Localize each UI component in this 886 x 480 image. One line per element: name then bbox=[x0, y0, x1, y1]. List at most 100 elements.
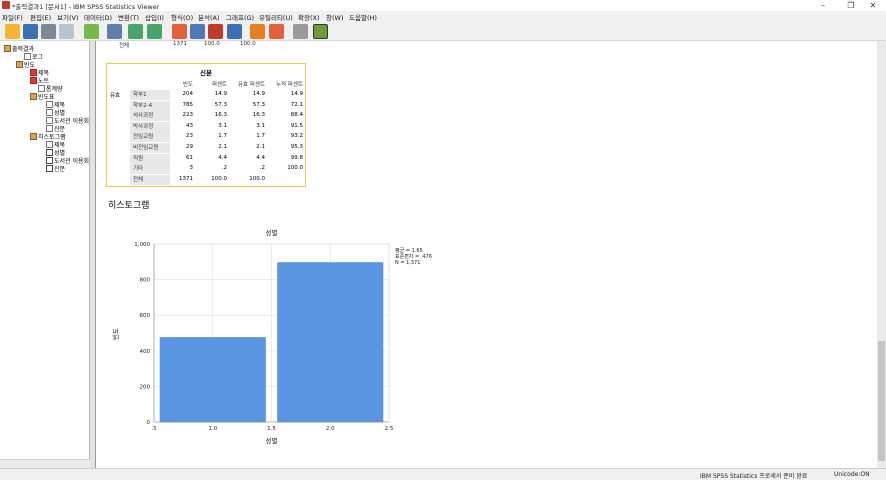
histogram-svg: 02004006008001,000.5 1.0 1.5 2.0 2.5성별성별빈도평균… bbox=[111, 228, 432, 445]
cell-pct: 4.4 bbox=[218, 154, 227, 161]
menu-transform[interactable]: 변환(T) bbox=[118, 12, 139, 22]
menu-help[interactable]: 도움말(H) bbox=[349, 12, 377, 22]
minimize-button[interactable]: – bbox=[810, 0, 836, 11]
table-icon bbox=[46, 109, 53, 116]
demote-icon[interactable] bbox=[269, 24, 284, 39]
row-label: 전체 bbox=[130, 174, 170, 185]
table-row: 기타 3 .2 .2 100.0 bbox=[107, 164, 305, 175]
tree-h-status[interactable]: 신분 bbox=[46, 164, 65, 173]
menu-graphs[interactable]: 그래프(G) bbox=[226, 12, 254, 22]
row-label: 전임교원 bbox=[130, 132, 170, 143]
cell-valid: 3.1 bbox=[256, 122, 265, 129]
x-tick-label: 2.5 bbox=[385, 426, 394, 432]
chart-title: 성별 bbox=[266, 228, 278, 237]
title-icon bbox=[30, 69, 37, 76]
y-tick-label: 600 bbox=[140, 313, 151, 319]
table-row: 비전임교원 29 2.1 2.1 95.3 bbox=[107, 143, 305, 153]
col-header-pct: 퍼센트 bbox=[211, 82, 227, 88]
table-row: 전체 1371 100.0 100.0 bbox=[107, 174, 305, 185]
y-axis-label: 빈도 bbox=[111, 328, 120, 340]
hide-icon[interactable] bbox=[293, 24, 308, 39]
prev-total-count: 1371 bbox=[173, 41, 187, 47]
recall-dialog-icon[interactable] bbox=[107, 24, 122, 39]
row-label: 직원 bbox=[130, 153, 170, 164]
book-icon bbox=[30, 93, 37, 100]
menu-utilities[interactable]: 유틸리티(U) bbox=[259, 12, 293, 22]
window-title: *출력결과1 [문서1] - IBM SPSS Statistics Viewe… bbox=[12, 3, 160, 11]
y-tick-label: 0 bbox=[147, 420, 151, 426]
save-icon[interactable] bbox=[23, 24, 38, 39]
chart-icon bbox=[46, 165, 53, 172]
cell-freq: 61 bbox=[186, 154, 193, 161]
prev-total-label: 전체 bbox=[119, 43, 130, 49]
scroll-thumb[interactable] bbox=[878, 341, 885, 461]
book-icon bbox=[16, 61, 23, 68]
cell-pct: 14.9 bbox=[214, 91, 227, 97]
cell-cum: 93.2 bbox=[290, 133, 303, 140]
promote-icon[interactable] bbox=[250, 24, 265, 39]
spss-app-icon bbox=[2, 1, 10, 9]
menu-format[interactable]: 형식(O) bbox=[171, 12, 193, 22]
cell-freq: 3 bbox=[189, 165, 194, 172]
menu-view[interactable]: 보기(V) bbox=[57, 12, 78, 22]
redo-icon[interactable] bbox=[147, 24, 162, 39]
menu-insert[interactable]: 삽입(I) bbox=[145, 12, 164, 22]
stats-annotation: N = 1,371 bbox=[395, 260, 420, 266]
cell-pct: 100.0 bbox=[211, 175, 227, 182]
table-icon bbox=[46, 117, 53, 124]
cell-pct: 57.3 bbox=[214, 101, 227, 108]
print-preview-icon[interactable] bbox=[59, 24, 74, 39]
cell-freq: 223 bbox=[182, 112, 194, 119]
stats-annotation: 평균 = 1.65 bbox=[395, 247, 423, 254]
cell-freq: 23 bbox=[186, 133, 193, 140]
cell-cum: 72.1 bbox=[290, 101, 303, 108]
menu-edit[interactable]: 편집(E) bbox=[30, 12, 51, 22]
cell-valid: 100.0 bbox=[249, 175, 265, 182]
col-header-cum: 누적 퍼센트 bbox=[275, 82, 303, 88]
y-tick-label: 1,000 bbox=[134, 242, 150, 248]
goto-data-icon[interactable] bbox=[172, 24, 187, 39]
histogram-bar bbox=[159, 337, 266, 423]
undo-icon[interactable] bbox=[128, 24, 143, 39]
menu-window[interactable]: 창(W) bbox=[326, 12, 343, 22]
goto-case-icon[interactable] bbox=[190, 24, 205, 39]
table-row: 전임교원 23 1.7 1.7 93.2 bbox=[107, 132, 305, 143]
log-icon bbox=[24, 53, 31, 60]
close-button[interactable]: ✕ bbox=[860, 0, 886, 11]
last-output-icon[interactable] bbox=[227, 24, 242, 39]
histogram-chart[interactable]: 0 200 400 600 800 1,000.5 1.0 1.5 2.0 2.5 성별 성별 빈도 평균… bbox=[106, 222, 441, 452]
tree-horizontal-scrollbar[interactable] bbox=[0, 459, 90, 468]
cell-cum: 91.5 bbox=[290, 122, 303, 129]
table-row: 직원 61 4.4 4.4 99.8 bbox=[107, 153, 305, 164]
cell-pct: 2.1 bbox=[218, 144, 227, 150]
cell-freq: 785 bbox=[182, 101, 194, 108]
x-tick-label: 1.5 bbox=[267, 426, 276, 432]
print-icon[interactable] bbox=[41, 24, 56, 39]
menu-analyze[interactable]: 분석(A) bbox=[198, 12, 219, 22]
cell-freq: 43 bbox=[186, 122, 193, 129]
cell-valid: 4.4 bbox=[256, 154, 265, 161]
table-icon bbox=[38, 85, 45, 92]
row-label: 학부1 bbox=[130, 90, 170, 100]
row-label: 비전임교원 bbox=[130, 143, 170, 153]
cell-valid: .2 bbox=[259, 165, 265, 172]
open-folder-icon[interactable] bbox=[5, 24, 20, 39]
export-icon[interactable] bbox=[84, 24, 99, 39]
cell-pct: 16.3 bbox=[214, 112, 227, 119]
menu-extensions[interactable]: 확장(X) bbox=[298, 12, 320, 22]
show-icon[interactable] bbox=[313, 24, 328, 39]
title-icon bbox=[46, 141, 53, 148]
frequency-table-status[interactable]: 신분 빈도 퍼센트 유효 퍼센트 누적 퍼센트 유효 학부1 204 14.9 14.… bbox=[106, 63, 306, 187]
menu-data[interactable]: 데이터(D) bbox=[84, 12, 112, 22]
table-title: 신분 bbox=[200, 69, 212, 77]
row-label: 박사과정 bbox=[130, 121, 170, 132]
variables-icon[interactable] bbox=[208, 24, 223, 39]
cell-valid: 16.3 bbox=[252, 112, 265, 119]
viewer-vertical-scrollbar[interactable] bbox=[877, 41, 886, 468]
y-tick-label: 400 bbox=[140, 349, 151, 355]
status-bar: IBM SPSS Statistics 프로세서 준비 완료 Unicode:O… bbox=[0, 468, 886, 480]
unicode-status: Unicode:ON bbox=[834, 471, 870, 478]
menu-file[interactable]: 파일(F) bbox=[2, 12, 23, 22]
table-row: 학부2-4 785 57.3 57.3 72.1 bbox=[107, 100, 305, 111]
cell-cum: 95.3 bbox=[290, 144, 303, 150]
